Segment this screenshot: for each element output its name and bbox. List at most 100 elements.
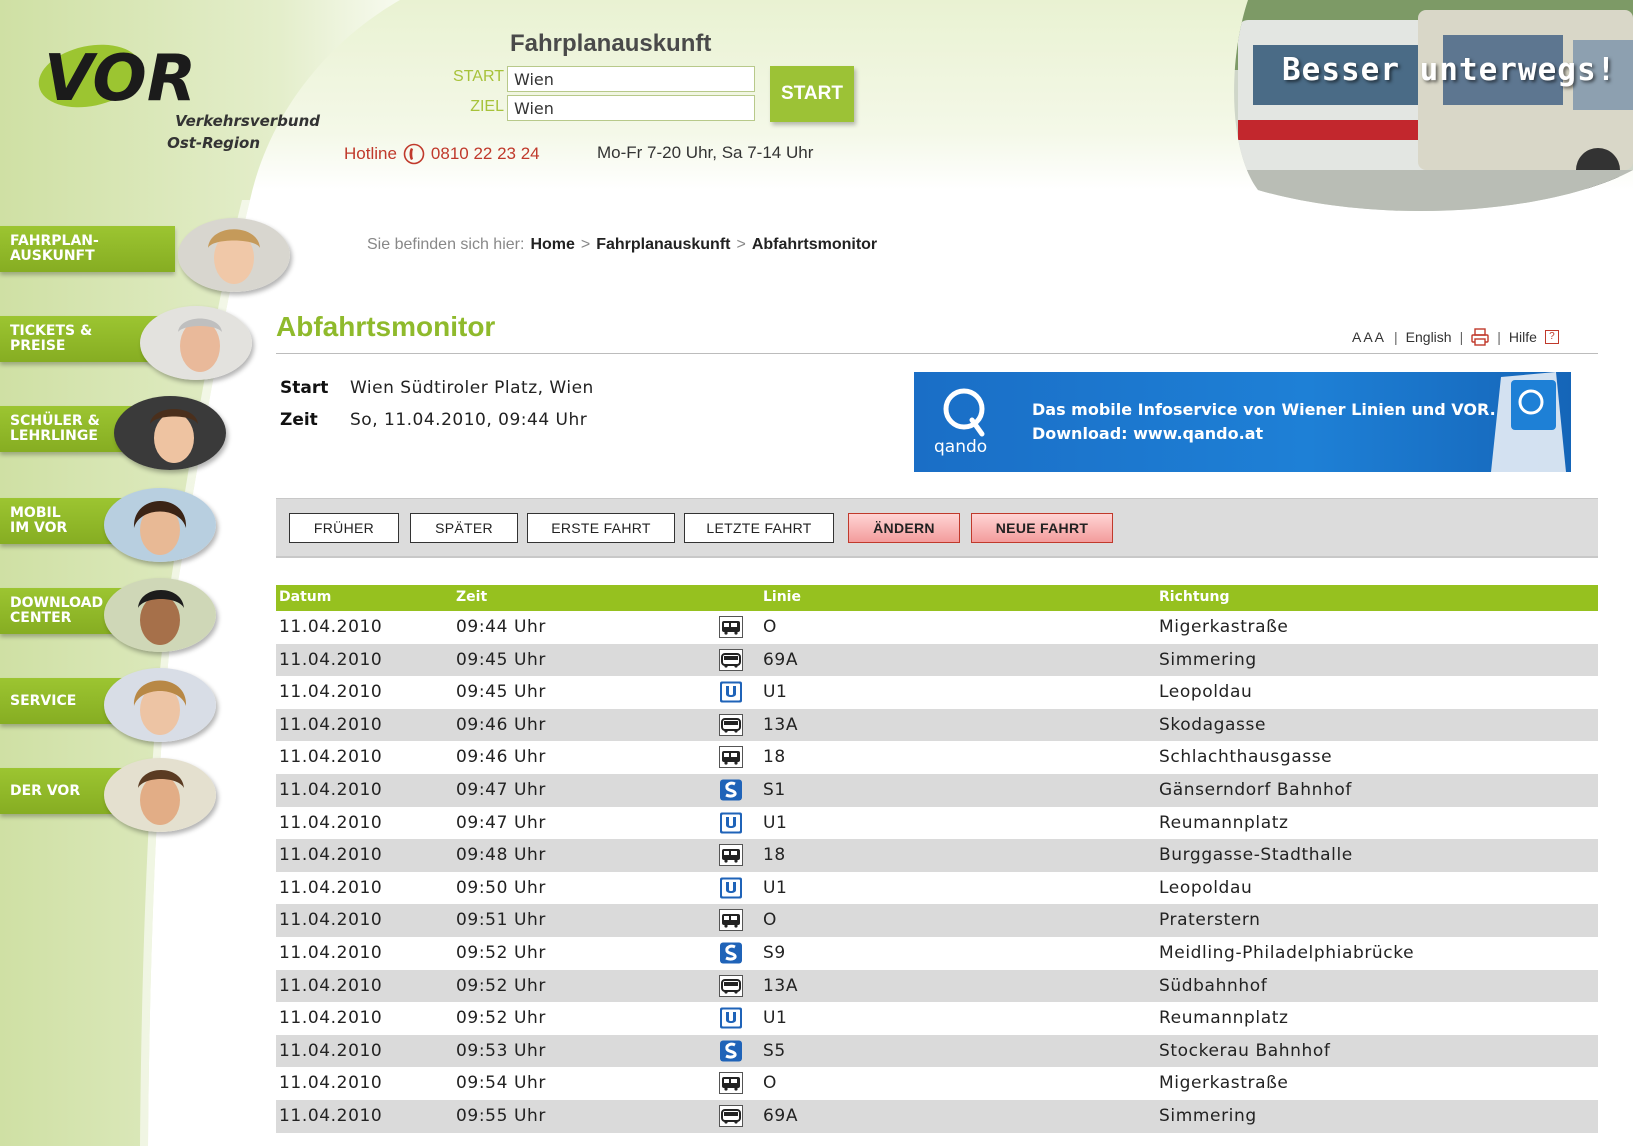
hotline: Hotline 0810 22 23 24: [344, 143, 540, 165]
table-row[interactable]: 11.04.2010 09:45 Uhr U1 Leopoldau: [276, 676, 1598, 709]
table-row[interactable]: 11.04.2010 09:52 Uhr S9 Meidling-Philadelph…: [276, 937, 1598, 970]
sidebar-item-schueler[interactable]: SCHÜLER & LEHRLINGE: [0, 396, 250, 476]
col-header-zeit: Zeit: [456, 589, 488, 605]
erste-fahrt-button[interactable]: ERSTE FAHRT: [527, 513, 675, 543]
cell-linie: O: [763, 617, 777, 637]
woman-portrait-photo: [178, 218, 290, 292]
letzte-fahrt-button[interactable]: LETZTE FAHRT: [684, 513, 834, 543]
cell-datum: 11.04.2010: [279, 779, 383, 800]
cell-zeit: 09:45 Uhr: [456, 649, 547, 670]
help-link[interactable]: Hilfe: [1509, 329, 1537, 345]
cell-datum: 11.04.2010: [279, 617, 383, 637]
cell-datum: 11.04.2010: [279, 714, 383, 735]
banner-slogan: Besser unterwegs!: [1282, 52, 1617, 88]
table-row[interactable]: 11.04.2010 09:51 Uhr O Praterstern: [276, 904, 1598, 937]
cell-datum: 11.04.2010: [279, 1073, 383, 1094]
cell-zeit: 09:55 Uhr: [456, 1105, 547, 1126]
svg-text:VOR: VOR: [44, 42, 196, 116]
ziel-input[interactable]: [507, 95, 755, 121]
table-row[interactable]: 11.04.2010 09:48 Uhr 18 Burggasse-Stadthall…: [276, 839, 1598, 872]
sidebar-item-service[interactable]: SERVICE: [0, 668, 250, 748]
page: VOR Verkehrsverbund Ost-Region Fahrplana…: [0, 0, 1633, 1146]
table-row[interactable]: 11.04.2010 09:54 Uhr O Migerkastraße: [276, 1067, 1598, 1100]
cell-richtung: Simmering: [1159, 1105, 1257, 1126]
table-row[interactable]: 11.04.2010 09:50 Uhr U1 Leopoldau: [276, 872, 1598, 905]
start-button[interactable]: START: [770, 66, 854, 122]
print-icon[interactable]: [1471, 328, 1489, 346]
cell-zeit: 09:47 Uhr: [456, 779, 547, 800]
zeit-key: Zeit: [280, 410, 318, 430]
table-row[interactable]: 11.04.2010 09:52 Uhr 13A Südbahnhof: [276, 969, 1598, 1003]
table-row[interactable]: 11.04.2010 09:45 Uhr 69A Simmering: [276, 643, 1598, 677]
cell-datum: 11.04.2010: [279, 975, 383, 996]
sidebar-item-download[interactable]: DOWNLOAD CENTER: [0, 578, 250, 658]
col-header-datum: Datum: [279, 589, 332, 605]
table-row[interactable]: 11.04.2010 09:47 Uhr S1 Gänserndorf Bahnhof: [276, 773, 1598, 807]
breadcrumb-abfahrtsmonitor[interactable]: Abfahrtsmonitor: [752, 236, 877, 254]
sbahn-icon: [719, 779, 743, 801]
cell-richtung: Stockerau Bahnhof: [1159, 1040, 1331, 1061]
tram-icon: [719, 616, 743, 638]
phone-device-graphic: [1491, 372, 1566, 472]
bus-icon: [719, 974, 743, 997]
hotline-hours: Mo-Fr 7-20 Uhr, Sa 7-14 Uhr: [597, 143, 814, 162]
start-input[interactable]: [507, 66, 755, 92]
sidebar-item-label: DOWNLOAD: [10, 595, 104, 611]
hotline-number[interactable]: 0810 22 23 24: [431, 144, 540, 164]
sidebar-item-label: AUSKUNFT: [10, 248, 95, 264]
cell-datum: 11.04.2010: [279, 682, 383, 703]
qando-ad-banner[interactable]: qando Das mobile Infoservice von Wiener …: [914, 372, 1571, 472]
col-header-linie: Linie: [763, 589, 801, 605]
frueher-button[interactable]: FRÜHER: [289, 513, 399, 543]
table-row[interactable]: 11.04.2010 09:46 Uhr 18 Schlachthausgasse: [276, 741, 1598, 774]
phone-icon: [403, 143, 425, 165]
bus-icon: [719, 713, 743, 736]
aendern-button[interactable]: ÄNDERN: [848, 513, 960, 543]
young-man-portrait-photo: [104, 578, 216, 652]
sidebar-item-label: MOBIL: [10, 505, 61, 521]
sidebar-item-label: SERVICE: [10, 693, 77, 709]
sidebar-item-label: DER VOR: [10, 783, 81, 799]
cell-linie: S5: [763, 1040, 786, 1061]
cell-richtung: Skodagasse: [1159, 714, 1267, 735]
table-row[interactable]: 11.04.2010 09:52 Uhr U1 Reumannplatz: [276, 1002, 1598, 1035]
cell-datum: 11.04.2010: [279, 910, 383, 931]
cell-linie: 18: [763, 747, 786, 768]
man-portrait-photo: [140, 306, 252, 380]
table-row[interactable]: 11.04.2010 09:44 Uhr O Migerkastraße: [276, 611, 1598, 644]
qando-line-1: Das mobile Infoservice von Wiener Linien…: [1032, 400, 1496, 419]
sidebar-item-tickets[interactable]: TICKETS & PREISE: [0, 306, 252, 386]
zeit-value: So, 11.04.2010, 09:44 Uhr: [350, 410, 588, 430]
cell-zeit: 09:45 Uhr: [456, 682, 547, 703]
qando-logo-icon: [943, 388, 985, 437]
breadcrumb-fahrplanauskunft[interactable]: Fahrplanauskunft: [596, 236, 730, 254]
sidebar-item-label: IM VOR: [10, 520, 68, 536]
table-row[interactable]: 11.04.2010 09:55 Uhr 69A Simmering: [276, 1099, 1598, 1133]
cell-linie: 18: [763, 845, 786, 866]
table-row[interactable]: 11.04.2010 09:53 Uhr S5 Stockerau Bahnhof: [276, 1034, 1598, 1068]
sidebar-item-der-vor[interactable]: DER VOR: [0, 758, 250, 838]
cell-richtung: Reumannplatz: [1159, 812, 1289, 833]
cell-richtung: Burggasse-Stadthalle: [1159, 845, 1353, 866]
sidebar-item-mobil[interactable]: MOBIL IM VOR: [0, 488, 250, 568]
table-row[interactable]: 11.04.2010 09:46 Uhr 13A Skodagasse: [276, 708, 1598, 742]
neue-fahrt-button[interactable]: NEUE FAHRT: [971, 513, 1113, 543]
help-icon[interactable]: ?: [1544, 330, 1559, 344]
breadcrumb-home[interactable]: Home: [530, 236, 574, 254]
cell-datum: 11.04.2010: [279, 747, 383, 768]
tram-icon: [719, 1072, 743, 1095]
cell-linie: U1: [763, 682, 788, 703]
english-link[interactable]: English: [1406, 329, 1452, 345]
table-row[interactable]: 11.04.2010 09:47 Uhr U1 Reumannplatz: [276, 807, 1598, 840]
font-size-toggle[interactable]: AAA: [1352, 329, 1386, 345]
qando-logo-text: qando: [934, 437, 988, 457]
ubahn-icon: [719, 681, 743, 703]
spaeter-button[interactable]: SPÄTER: [410, 513, 518, 543]
vor-logo[interactable]: VOR Verkehrsverbund Ost-Region: [30, 28, 320, 158]
tram-icon: [719, 844, 743, 867]
sidebar-item-fahrplanauskunft[interactable]: FAHRPLAN- AUSKUNFT: [0, 218, 290, 298]
breadcrumb-separator: >: [736, 236, 746, 253]
cell-zeit: 09:52 Uhr: [456, 942, 547, 963]
ubahn-icon: [719, 1007, 743, 1029]
cell-linie: 13A: [763, 714, 799, 735]
